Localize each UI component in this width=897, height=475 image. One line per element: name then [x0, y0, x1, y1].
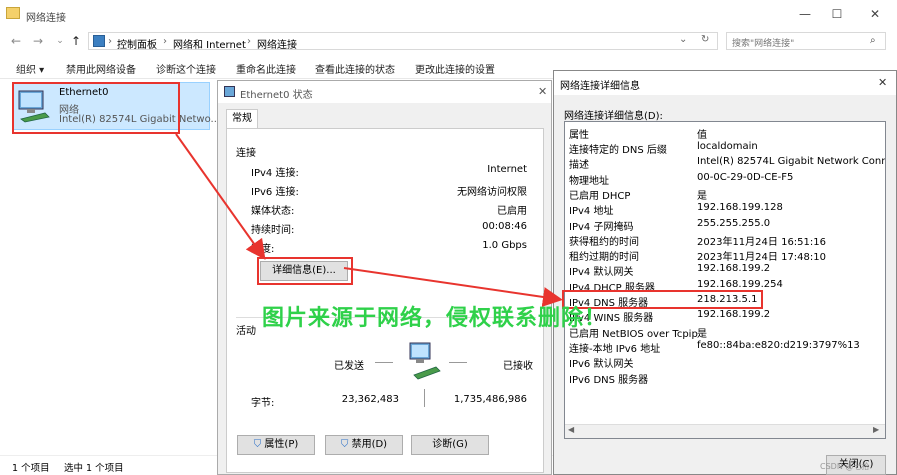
arrow-to-dns-row [343, 267, 563, 307]
annotation-arrows [175, 133, 563, 307]
arrow-to-details-button [175, 133, 266, 260]
watermark-text: 图片来源于网络，侵权联系删除！ [262, 306, 608, 331]
corner-mark: CSDN @七拾 [820, 462, 870, 471]
